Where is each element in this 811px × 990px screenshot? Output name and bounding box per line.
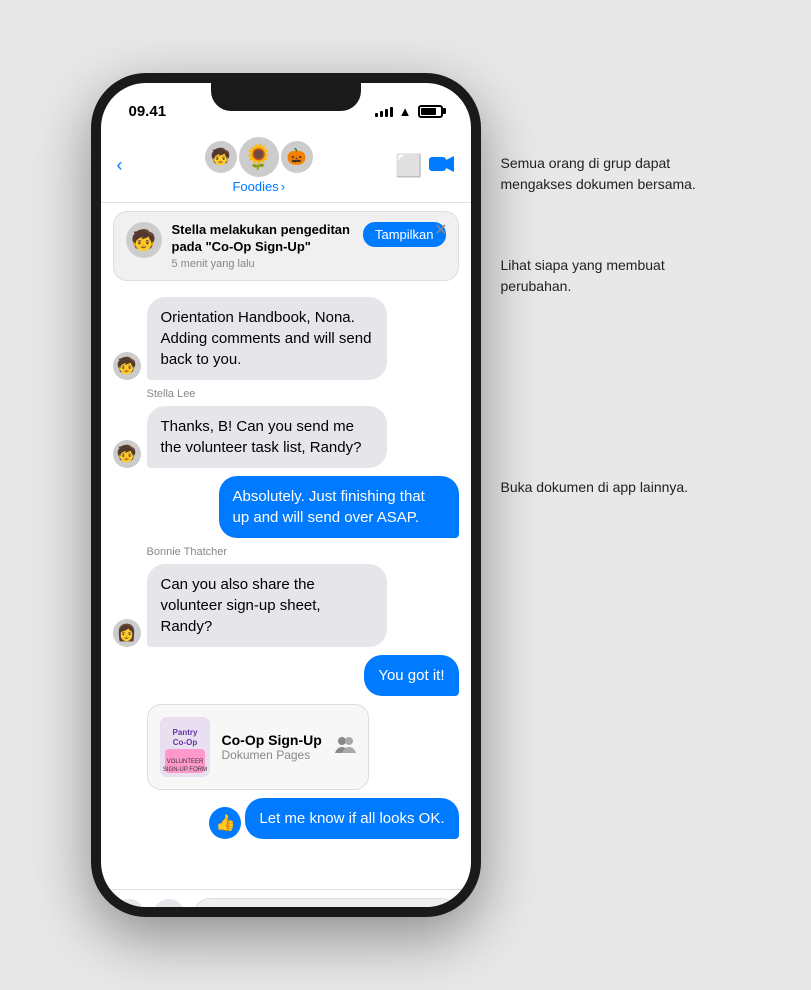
people-icon <box>334 733 356 755</box>
facetime-icon <box>429 155 455 173</box>
doc-info: Co-Op Sign-Up Dokumen Pages <box>222 732 322 762</box>
message-row-2: 🧒 Thanks, B! Can you send me the volunte… <box>113 406 459 468</box>
notification-banner: 🧒 Stella melakukan pengeditan pada "Co-O… <box>113 211 459 281</box>
notif-close-button[interactable]: ✕ <box>434 220 447 240</box>
group-avatars: 🧒 🌻 🎃 <box>205 137 313 177</box>
message-row-4: 👩 Can you also share the volunteer sign-… <box>113 564 459 647</box>
annotations-panel: Semua orang di grup dapat mengakses doku… <box>501 73 721 498</box>
status-time: 09.41 <box>129 103 167 120</box>
doc-cover-image: Pantry Co-Op VOLUNTEER SIGN-UP FORM <box>160 717 210 777</box>
avatar-member-1: 🧒 <box>205 141 237 173</box>
signal-bar-3 <box>385 109 388 117</box>
svg-text:VOLUNTEER: VOLUNTEER <box>166 759 203 765</box>
notif-time: 5 menit yang lalu <box>172 258 353 270</box>
battery-icon <box>418 105 443 118</box>
input-bar: 📷 ⊞ iMessage 🎤 <box>101 889 471 917</box>
avatar-member-2: 🌻 <box>239 137 279 177</box>
mic-button[interactable]: 🎤 <box>428 905 448 917</box>
signal-bar-4 <box>390 107 393 117</box>
svg-text:Pantry: Pantry <box>172 728 197 737</box>
apps-icon: ⊞ <box>163 907 175 917</box>
notif-title: Stella melakukan pengeditan pada "Co-Op … <box>172 222 353 256</box>
header: ‹ 🧒 🌻 🎃 Foodies › ⬜ <box>101 131 471 203</box>
message-row-5: You got it! <box>113 655 459 696</box>
notch <box>211 83 361 111</box>
camera-icon: 📷 <box>119 905 139 917</box>
doc-title: Co-Op Sign-Up <box>222 732 322 748</box>
doc-share-icon[interactable] <box>334 733 356 761</box>
svg-text:Co-Op: Co-Op <box>172 738 197 747</box>
message-row-7: 👍 Let me know if all looks OK. <box>113 798 459 839</box>
doc-thumbnail: Pantry Co-Op VOLUNTEER SIGN-UP FORM <box>160 717 210 777</box>
status-icons: ▲ <box>375 104 443 119</box>
msg-bubble-1[interactable]: Orientation Handbook, Nona. Adding comme… <box>147 297 387 380</box>
annotation-3: Buka dokumen di app lainnya. <box>501 477 721 498</box>
msg-bubble-4[interactable]: Can you also share the volunteer sign-up… <box>147 564 387 647</box>
sender-name-stella: Stella Lee <box>147 388 459 400</box>
signal-bar-2 <box>380 111 383 117</box>
video-call-button[interactable]: ⬜ <box>395 153 455 179</box>
video-icon: ⬜ <box>395 153 422 178</box>
msg-bubble-2[interactable]: Thanks, B! Can you send me the volunteer… <box>147 406 387 468</box>
sender-name-bonnie: Bonnie Thatcher <box>147 546 459 558</box>
msg-avatar-4: 👩 <box>113 619 141 647</box>
msg-bubble-7[interactable]: Let me know if all looks OK. <box>245 798 458 839</box>
signal-bar-1 <box>375 113 378 117</box>
msg-avatar-1: 🧒 <box>113 352 141 380</box>
document-card[interactable]: Pantry Co-Op VOLUNTEER SIGN-UP FORM Co-O… <box>147 704 369 790</box>
annotation-2-text: Lihat siapa yang membuat perubahan. <box>501 255 721 297</box>
svg-text:SIGN-UP FORM: SIGN-UP FORM <box>162 767 206 773</box>
message-row-doc: Pantry Co-Op VOLUNTEER SIGN-UP FORM Co-O… <box>113 704 459 790</box>
battery-fill <box>421 108 436 115</box>
msg-avatar-2: 🧒 <box>113 440 141 468</box>
annotation-2: Lihat siapa yang membuat perubahan. <box>501 255 721 297</box>
chevron-left-icon: ‹ <box>117 155 123 176</box>
annotation-1-text: Semua orang di grup dapat mengakses doku… <box>501 153 721 195</box>
notif-avatar: 🧒 <box>126 222 162 258</box>
doc-type: Dokumen Pages <box>222 748 322 762</box>
reaction-thumbsup: 👍 <box>209 807 241 839</box>
avatar-member-3: 🎃 <box>281 141 313 173</box>
group-name[interactable]: Foodies › <box>232 179 285 194</box>
msg-bubble-3[interactable]: Absolutely. Just finishing that up and w… <box>219 476 459 538</box>
messages-list: 🧒 Orientation Handbook, Nona. Adding com… <box>101 289 471 889</box>
notif-content: Stella melakukan pengeditan pada "Co-Op … <box>172 222 353 270</box>
message-input-wrap[interactable]: iMessage 🎤 <box>193 898 459 917</box>
message-input-placeholder: iMessage <box>208 907 272 917</box>
group-info[interactable]: 🧒 🌻 🎃 Foodies › <box>205 137 313 194</box>
msg-bubble-5[interactable]: You got it! <box>364 655 458 696</box>
annotation-1: Semua orang di grup dapat mengakses doku… <box>501 153 721 195</box>
wifi-icon: ▲ <box>399 104 412 119</box>
phone-frame: 09.41 ▲ ‹ 🧒 <box>91 73 481 917</box>
apps-button[interactable]: ⊞ <box>153 899 185 917</box>
signal-bars-icon <box>375 105 393 117</box>
annotation-3-text: Buka dokumen di app lainnya. <box>501 477 721 498</box>
back-button[interactable]: ‹ <box>117 155 123 176</box>
message-row-3: Absolutely. Just finishing that up and w… <box>113 476 459 538</box>
messages-area: 🧒 Orientation Handbook, Nona. Adding com… <box>101 289 471 889</box>
camera-button[interactable]: 📷 <box>113 899 145 917</box>
message-row-1: 🧒 Orientation Handbook, Nona. Adding com… <box>113 297 459 380</box>
